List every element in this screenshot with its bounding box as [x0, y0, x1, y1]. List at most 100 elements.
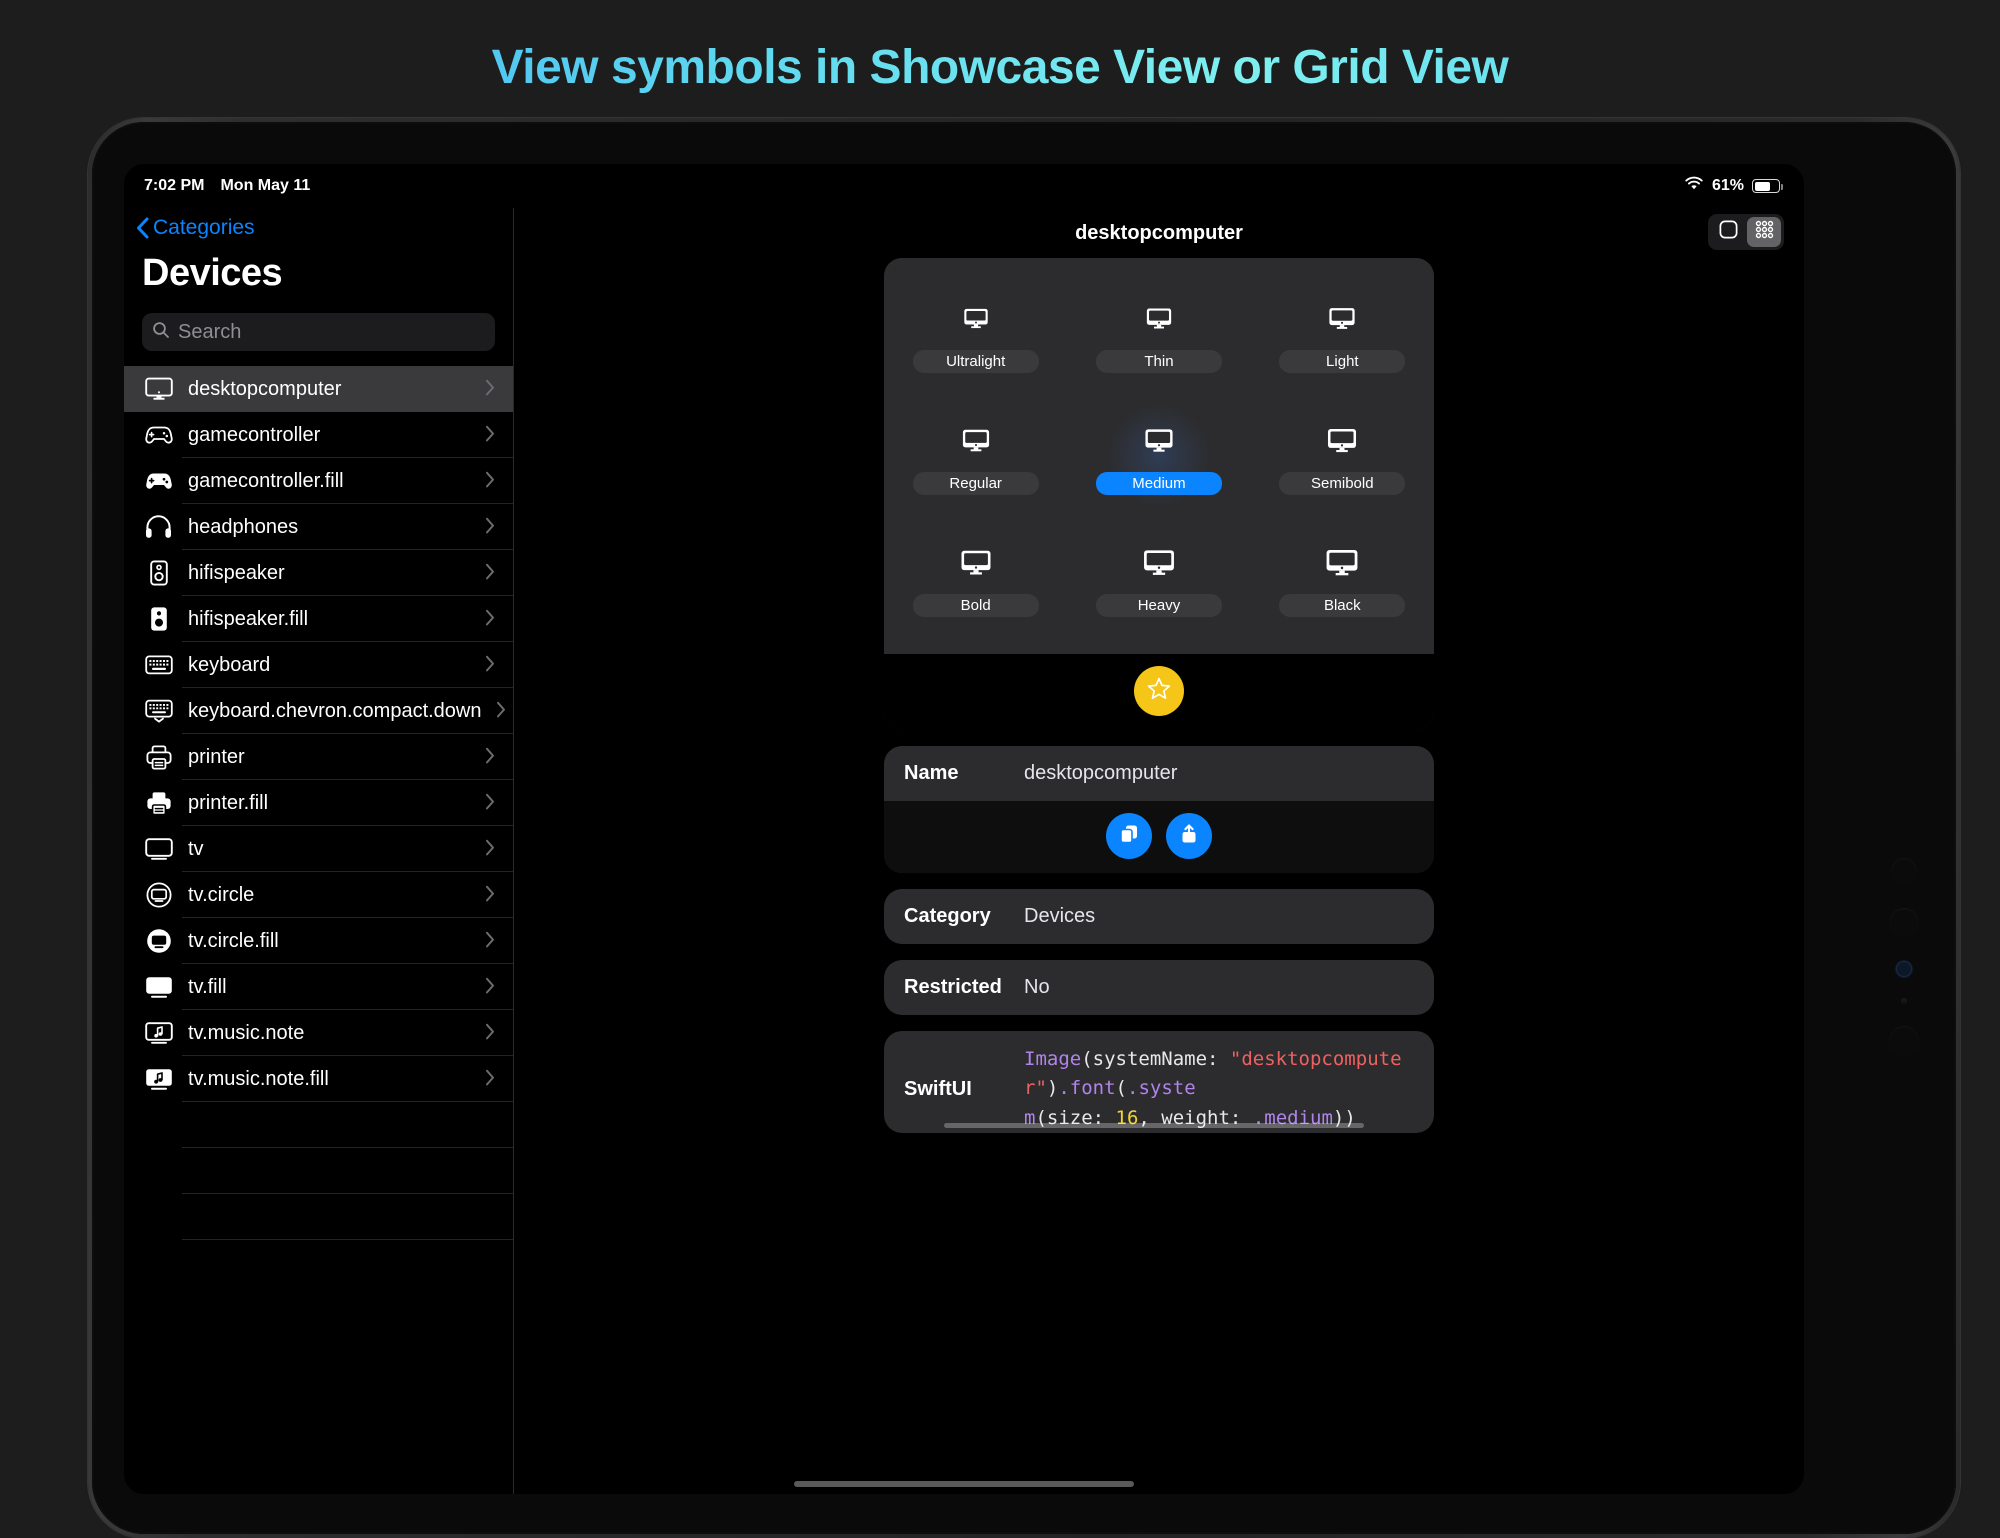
grid-view-button[interactable]: [1747, 217, 1781, 247]
weight-label: Black: [1279, 594, 1406, 617]
printer-fill-icon: [144, 791, 174, 816]
printer-icon: [144, 745, 174, 770]
chevron-right-icon: [485, 471, 495, 492]
list-item-label: printer.fill: [188, 791, 269, 814]
tv-circle-icon: [144, 882, 174, 908]
split-view: Categories Devices Search desktopcompute…: [124, 208, 1804, 1494]
list-item-label: tv.circle.fill: [188, 929, 279, 952]
microphone-icon: [1901, 998, 1907, 1004]
favorite-bar: [884, 654, 1434, 730]
tv-music-note-icon: [144, 1021, 174, 1045]
weight-grid[interactable]: Ultralight Thin Light Regular Medium Semibold…: [884, 276, 1434, 642]
weight-label: Bold: [912, 594, 1039, 617]
desktopcomputer-icon: [1143, 542, 1176, 583]
name-card: Name desktopcomputer: [884, 746, 1434, 873]
chevron-right-icon: [485, 379, 495, 400]
weight-cell-bold[interactable]: Bold: [884, 520, 1067, 642]
battery-icon: [1752, 179, 1783, 193]
view-mode-segmented-control[interactable]: [1708, 214, 1784, 250]
share-button[interactable]: [1166, 813, 1212, 859]
hifispeaker-fill-icon: [144, 606, 174, 632]
weight-cell-heavy[interactable]: Heavy: [1067, 520, 1250, 642]
list-item-label: gamecontroller.fill: [188, 469, 344, 492]
list-item[interactable]: keyboard.chevron.compact.down: [124, 688, 513, 734]
list-item-label: tv: [188, 837, 204, 860]
chevron-right-icon: [485, 977, 495, 998]
search-input[interactable]: Search: [142, 313, 495, 351]
tv-circle-fill-icon: [144, 928, 174, 954]
rounded-square-icon: [1719, 220, 1738, 245]
lidar-sensor-icon: [1897, 962, 1911, 976]
list-item[interactable]: printer.fill: [124, 780, 513, 826]
list-item[interactable]: hifispeaker: [124, 550, 513, 596]
weight-cell-medium[interactable]: Medium: [1067, 398, 1250, 520]
sidebar-title: Devices: [142, 252, 283, 294]
restricted-card: Restricted No: [884, 960, 1434, 1015]
chevron-right-icon: [485, 1069, 495, 1090]
list-item-label: printer: [188, 745, 245, 768]
star-icon: [1145, 675, 1173, 708]
list-item[interactable]: desktopcomputer: [124, 366, 513, 412]
restricted-value: No: [1024, 976, 1050, 998]
status-time: 7:02 PM: [144, 177, 205, 194]
weight-cell-semibold[interactable]: Semibold: [1251, 398, 1434, 520]
list-item[interactable]: gamecontroller: [124, 412, 513, 458]
list-item[interactable]: hifispeaker.fill: [124, 596, 513, 642]
list-item[interactable]: headphones: [124, 504, 513, 550]
swiftui-code[interactable]: Image(systemName: "desktopcomputer").fon…: [1024, 1045, 1434, 1133]
weight-cell-black[interactable]: Black: [1251, 520, 1434, 642]
detail-title: desktopcomputer: [1075, 221, 1243, 244]
chevron-right-icon: [485, 563, 495, 584]
list-item[interactable]: tv.music.note: [124, 1010, 513, 1056]
chevron-right-icon: [485, 517, 495, 538]
swiftui-key: SwiftUI: [904, 1077, 972, 1100]
chevron-right-icon: [485, 747, 495, 768]
showcase-card: Ultralight Thin Light Regular Medium Semibold…: [884, 258, 1434, 730]
list-item[interactable]: gamecontroller.fill: [124, 458, 513, 504]
favorite-button[interactable]: [1134, 666, 1184, 716]
symbol-list[interactable]: desktopcomputer gamecontroller gamecontrol…: [124, 366, 513, 1494]
horizontal-scrollbar[interactable]: [944, 1123, 1364, 1129]
weight-cell-light[interactable]: Light: [1251, 276, 1434, 398]
chevron-left-icon: [136, 217, 149, 239]
list-item[interactable]: tv: [124, 826, 513, 872]
headphones-icon: [144, 514, 174, 540]
camera-cluster: [1884, 858, 1924, 1080]
list-item-label: hifispeaker.fill: [188, 607, 309, 630]
list-item-empty: [124, 1148, 513, 1194]
weight-cell-ultralight[interactable]: Ultralight: [884, 276, 1067, 398]
weight-cell-thin[interactable]: Thin: [1067, 276, 1250, 398]
list-item-label: gamecontroller: [188, 423, 321, 446]
list-item[interactable]: tv.music.note.fill: [124, 1056, 513, 1102]
weight-label: Medium: [1095, 472, 1222, 495]
name-key: Name: [904, 762, 959, 784]
list-item[interactable]: printer: [124, 734, 513, 780]
detail-header: desktopcomputer: [514, 208, 1804, 258]
desktopcomputer-icon: [1328, 301, 1356, 336]
list-item[interactable]: tv.circle: [124, 872, 513, 918]
category-row: Category Devices: [884, 889, 1434, 944]
status-date: Mon May 11: [220, 177, 311, 194]
share-icon: [1178, 823, 1200, 850]
flash-icon: [1889, 1026, 1919, 1056]
status-bar: 7:02 PM Mon May 11 61%: [124, 164, 1804, 208]
list-item[interactable]: tv.circle.fill: [124, 918, 513, 964]
list-item[interactable]: keyboard: [124, 642, 513, 688]
category-key: Category: [904, 905, 991, 927]
weight-label: Light: [1279, 350, 1406, 373]
weight-cell-regular[interactable]: Regular: [884, 398, 1067, 520]
back-to-categories-button[interactable]: Categories: [124, 208, 513, 240]
chevron-right-icon: [485, 839, 495, 860]
showcase-view-button[interactable]: [1711, 217, 1745, 247]
category-card: Category Devices: [884, 889, 1434, 944]
gamecontroller-icon: [144, 422, 174, 448]
copy-button[interactable]: [1106, 813, 1152, 859]
list-item-label: desktopcomputer: [188, 377, 342, 400]
desktopcomputer-icon: [1327, 421, 1358, 459]
category-value: Devices: [1024, 905, 1096, 927]
list-item[interactable]: tv.fill: [124, 964, 513, 1010]
home-indicator[interactable]: [794, 1481, 1134, 1487]
weight-label: Ultralight: [912, 350, 1039, 373]
tablet-screen: 7:02 PM Mon May 11 61% Categories Device…: [124, 164, 1804, 1494]
chevron-right-icon: [485, 609, 495, 630]
